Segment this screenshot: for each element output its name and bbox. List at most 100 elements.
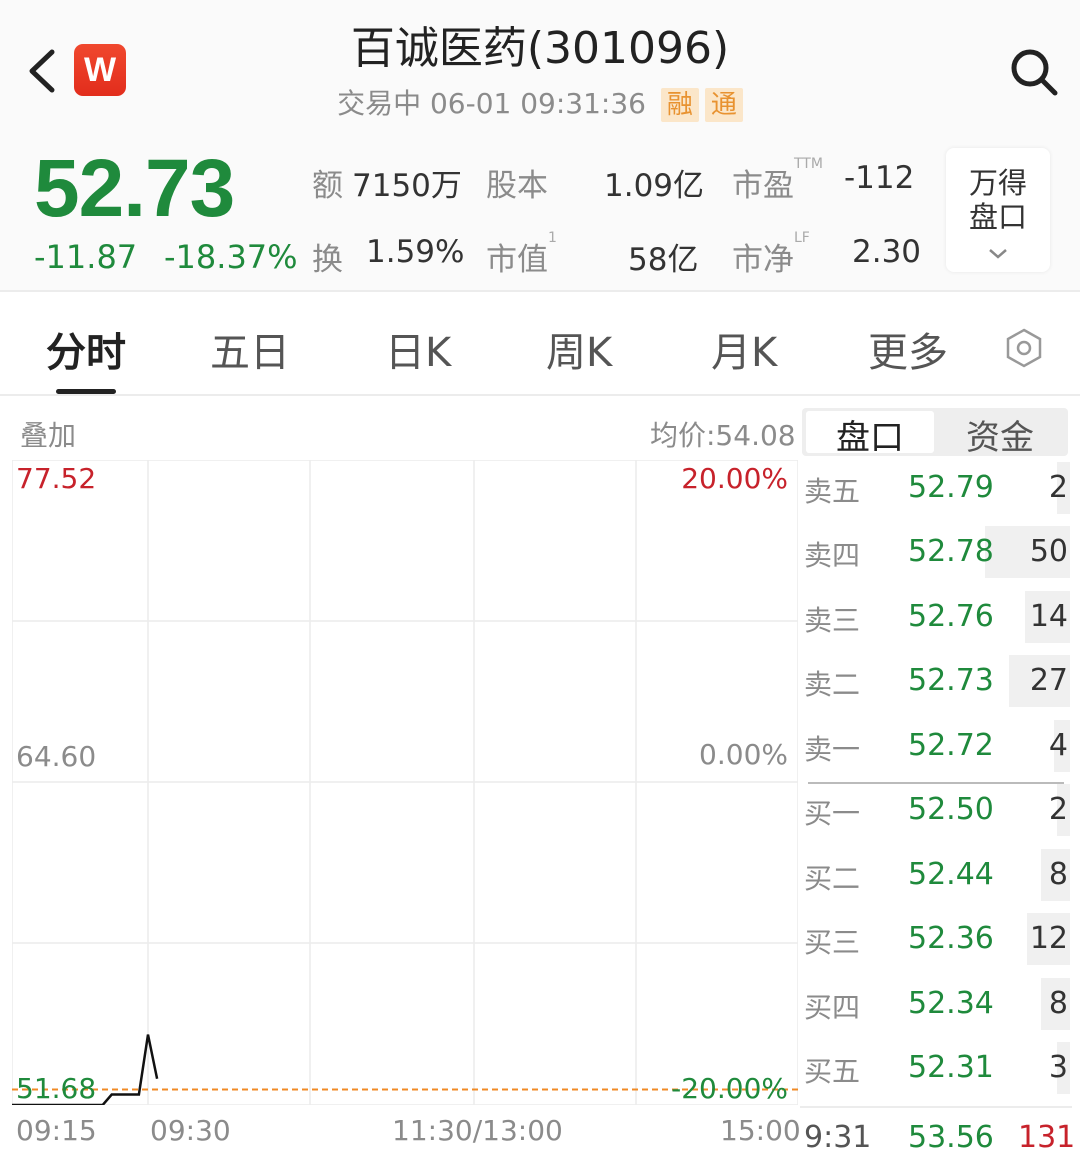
tab-monthly-k[interactable]: 月K [711,320,777,378]
level-volume: 8 [1048,857,1068,892]
level-price: 52.73 [908,663,994,698]
y-axis-mid-label: 64.60 [16,740,97,773]
tab-intraday[interactable]: 分时 [46,320,126,378]
level-price: 52.31 [908,1050,994,1085]
chevron-left-icon[interactable] [22,46,62,96]
trading-status: 交易中 06-01 09:31:36 融通 [200,82,880,122]
pct-axis-mid-label: 0.00% [699,738,788,771]
ask-row[interactable]: 卖一 52.72 4 [804,716,1070,776]
panel-button-line2: 盘口 [968,200,1027,234]
settings-hexagon-icon[interactable] [1004,328,1044,368]
level-volume: 3 [1048,1050,1068,1085]
divider [0,290,1080,292]
tab-funds[interactable]: 资金 [936,410,1064,459]
bid-row[interactable]: 买四 52.34 8 [804,974,1070,1034]
y-axis-top-label: 77.52 [16,462,97,495]
app-logo[interactable]: W [74,44,126,96]
level-label: 买一 [804,797,861,830]
pb-label-text: 市净 [732,242,794,278]
tab-five-day[interactable]: 五日 [210,320,290,378]
level-label: 卖三 [804,604,861,637]
wind-panel-button[interactable]: 万得 盘口 [946,148,1050,272]
price-change: -11.87 [34,238,138,276]
intraday-chart[interactable] [12,460,798,1105]
overlay-button[interactable]: 叠加 [20,414,76,454]
pb-label: 市净LF [732,230,810,279]
pe-value: -112 [844,160,915,196]
bid-row[interactable]: 买一 52.50 2 [804,780,1070,840]
level-label: 买三 [804,926,861,959]
divider [0,394,1080,396]
time-tick-open: 09:15 [16,1114,97,1147]
bid-row[interactable]: 买三 52.36 12 [804,909,1070,969]
level-volume: 2 [1048,470,1068,505]
pct-axis-top-label: 20.00% [681,462,788,495]
ask-row[interactable]: 卖三 52.76 14 [804,587,1070,647]
y-axis-bottom-label: 51.68 [16,1072,97,1105]
divider [800,1106,1072,1108]
chevron-down-icon [989,249,1007,259]
level-label: 卖五 [804,475,861,508]
amount-label: 额 [312,168,343,204]
last-trade-time: 9:31 [804,1120,872,1155]
orderbook-separator [808,782,1064,784]
level-price: 52.36 [908,921,994,956]
level-label: 卖二 [804,668,861,701]
level-label: 卖一 [804,733,861,766]
level-label: 卖四 [804,539,861,572]
tab-daily-k[interactable]: 日K [385,320,451,378]
pb-value: 2.30 [852,234,922,270]
last-trade-volume: 131 [1018,1120,1076,1155]
price-change-percent: -18.37% [164,238,298,276]
turnover-label: 换 [312,242,343,278]
level-price: 52.76 [908,599,994,634]
level-label: 买五 [804,1055,861,1088]
level-price: 52.78 [908,534,994,569]
tab-more[interactable]: 更多 [868,320,948,378]
level-volume: 50 [1029,534,1068,569]
market-cap-label-text: 市值 [486,242,548,278]
pe-sup: TTM [794,156,823,172]
level-volume: 8 [1048,986,1068,1021]
ask-row[interactable]: 卖四 52.78 50 [804,522,1070,582]
level-price: 52.50 [908,792,994,827]
ask-row[interactable]: 卖五 52.79 2 [804,458,1070,518]
share-capital-label: 股本 [486,168,548,204]
market-cap-sup: 1 [548,230,557,246]
level-volume: 14 [1029,599,1068,634]
time-tick-close: 15:00 [720,1114,801,1147]
time-tick-midday: 11:30/13:00 [392,1114,563,1147]
pct-axis-bottom-label: -20.00% [671,1072,788,1105]
tab-order-panel[interactable]: 盘口 [806,410,934,459]
bid-row[interactable]: 买二 52.44 8 [804,845,1070,905]
level-label: 买二 [804,862,861,895]
tab-weekly-k[interactable]: 周K [546,320,612,378]
level-volume: 12 [1029,921,1068,956]
search-icon[interactable] [1008,46,1060,98]
page-title: 百诚医药(301096) [350,23,730,74]
market-cap-label: 市值1 [486,230,557,279]
bid-row[interactable]: 买五 52.31 3 [804,1038,1070,1098]
last-trade-price: 53.56 [908,1120,994,1155]
margin-tag[interactable]: 融 [660,88,699,122]
pe-label-text: 市盈 [732,168,794,204]
turnover-value: 1.59% [366,234,465,270]
amount-value: 7150万 [352,168,462,204]
level-price: 52.44 [908,857,994,892]
time-tick-0930: 09:30 [150,1114,231,1147]
trading-status-text: 交易中 06-01 09:31:36 [337,87,646,120]
share-capital-value: 1.09亿 [604,168,705,204]
ask-row[interactable]: 卖二 52.73 27 [804,651,1070,711]
current-price: 52.73 [34,143,235,234]
level-label: 买四 [804,991,861,1024]
pe-label: 市盈TTM [732,156,823,205]
market-cap-value: 58亿 [628,242,699,278]
level-volume: 2 [1048,792,1068,827]
level-price: 52.72 [908,728,994,763]
pb-sup: LF [794,230,810,246]
panel-button-line1: 万得 [968,166,1027,200]
connect-tag[interactable]: 通 [704,88,743,122]
average-price: 均价:54.08 [650,419,796,452]
level-price: 52.79 [908,470,994,505]
level-price: 52.34 [908,986,994,1021]
